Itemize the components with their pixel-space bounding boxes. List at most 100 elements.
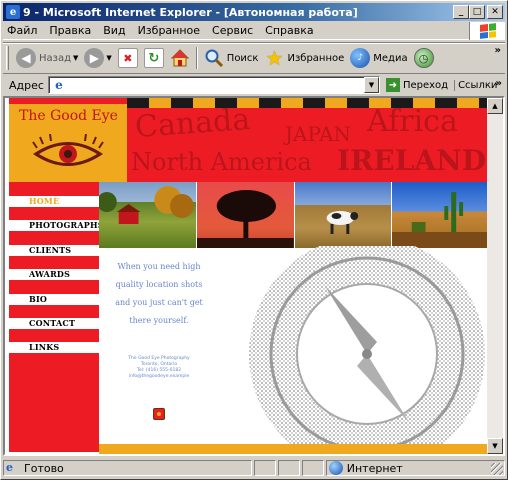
banner-word: JAPAN: [285, 122, 352, 146]
menu-favorites[interactable]: Избранное: [132, 24, 206, 37]
bottom-band: [99, 444, 489, 454]
links-label[interactable]: Ссылки: [454, 79, 497, 91]
media-label: Медиа: [373, 52, 408, 64]
windows-logo-icon: [469, 22, 505, 40]
status-text: Готово: [24, 461, 64, 475]
stop-icon: ✖: [117, 48, 138, 68]
main-content: When you need high quality location shot…: [99, 246, 489, 454]
chevron-down-icon[interactable]: ▼: [106, 54, 111, 62]
resize-grip[interactable]: [491, 463, 503, 475]
photo-tree[interactable]: [196, 182, 295, 248]
minimize-button[interactable]: _: [453, 5, 469, 19]
logo-text: The Good Eye: [19, 108, 118, 124]
status-panel: [253, 460, 276, 476]
nav-links[interactable]: LINKS: [9, 342, 99, 353]
menu-help[interactable]: Справка: [259, 24, 319, 37]
title-bar[interactable]: e 9 - Microsoft Internet Explorer - [Авт…: [3, 3, 505, 21]
site-logo[interactable]: The Good Eye: [9, 104, 127, 182]
forward-arrow-icon: ▶: [84, 48, 105, 68]
forward-button[interactable]: ▶ ▼: [81, 45, 114, 71]
compass-graphic: [249, 246, 485, 454]
search-icon: [204, 48, 224, 68]
media-button[interactable]: ♪ Медиа: [347, 45, 410, 71]
photo-strip: [99, 182, 489, 248]
banner-word: Africa: [367, 104, 458, 139]
back-arrow-icon: ◀: [16, 48, 36, 68]
photo-farm[interactable]: [99, 182, 197, 248]
media-globe-icon: ♪: [350, 48, 371, 68]
banner-stripe: [127, 98, 489, 108]
refresh-button[interactable]: ↻: [141, 45, 167, 71]
status-panel: [277, 460, 300, 476]
nav-home[interactable]: HOME: [9, 196, 99, 207]
phone-icon[interactable]: [153, 408, 165, 420]
status-bar: e Готово Интернет: [3, 459, 506, 477]
links-overflow-chevron[interactable]: »: [496, 78, 502, 89]
nav-column: HOME PHOTOGRAPHS CLIENTS AWARDS BIO CONT…: [9, 182, 104, 452]
refresh-icon: ↻: [143, 48, 164, 68]
scroll-up-button[interactable]: ▲: [487, 98, 503, 114]
nav-clients[interactable]: CLIENTS: [9, 245, 99, 256]
vertical-scrollbar[interactable]: ▲ ▼: [487, 98, 503, 454]
favorites-button[interactable]: ★ Избранное: [261, 45, 347, 71]
nav-contact[interactable]: CONTACT: [9, 318, 99, 329]
close-button[interactable]: ✕: [487, 5, 503, 19]
go-arrow-icon: ➜: [385, 78, 400, 92]
menu-edit[interactable]: Правка: [43, 24, 97, 37]
home-button[interactable]: [167, 45, 193, 71]
address-dropdown-button[interactable]: ▼: [363, 77, 379, 93]
status-panel: [301, 460, 324, 476]
history-button[interactable]: ◷: [411, 45, 437, 71]
go-label: Переход: [402, 79, 449, 91]
address-bar: Адрес e ▼ ➜ Переход Ссылки »: [3, 75, 505, 95]
internet-globe-icon: [328, 461, 343, 475]
go-button[interactable]: ➜ Переход: [385, 78, 449, 92]
banner-word: IRELAND: [337, 144, 486, 177]
home-icon: [170, 48, 190, 68]
address-label: Адрес: [9, 78, 44, 92]
favorites-label: Избранное: [287, 52, 345, 64]
zone-label: Интернет: [346, 461, 403, 475]
address-input[interactable]: [68, 78, 379, 92]
nav-photographs[interactable]: PHOTOGRAPHS: [9, 220, 104, 231]
stop-button[interactable]: ✖: [115, 45, 141, 71]
scroll-down-button[interactable]: ▼: [487, 438, 503, 454]
content-viewport[interactable]: The Good Eye Canada JAPAN Africa North A…: [3, 96, 505, 456]
banner-word: North America: [131, 148, 312, 176]
back-button[interactable]: ◀ Назад ▼: [13, 45, 81, 71]
chevron-down-icon[interactable]: ▼: [73, 54, 78, 62]
page-icon: e: [55, 78, 63, 92]
ie-window: e 9 - Microsoft Internet Explorer - [Авт…: [0, 0, 508, 480]
security-zone: Интернет: [325, 460, 506, 476]
star-icon: ★: [265, 46, 284, 70]
tagline: When you need high quality location shot…: [115, 262, 203, 325]
menu-file[interactable]: Файл: [3, 24, 43, 37]
window-title: 9 - Microsoft Internet Explorer - [Автон…: [23, 5, 358, 19]
page-done-icon: e: [6, 461, 13, 474]
contact-info: The Good Eye Photography Toronto, Ontari…: [119, 356, 199, 380]
search-label: Поиск: [226, 52, 259, 64]
status-main: e Готово: [3, 460, 252, 476]
nav-bio[interactable]: BIO: [9, 294, 99, 305]
maximize-button[interactable]: □: [469, 5, 485, 19]
menu-view[interactable]: Вид: [97, 24, 131, 37]
window-controls: _ □ ✕: [453, 5, 503, 19]
eye-logo-icon: [32, 134, 104, 166]
photo-cactus[interactable]: [392, 182, 489, 248]
address-field[interactable]: e ▼: [47, 76, 380, 94]
toolbar-separator: [195, 47, 198, 69]
ie-icon[interactable]: e: [6, 5, 20, 19]
contact-line: info@thegoodeye.example: [128, 374, 190, 379]
search-button[interactable]: Поиск: [201, 45, 262, 71]
menu-bar: Файл Правка Вид Избранное Сервис Справка: [3, 22, 505, 40]
history-clock-icon: ◷: [413, 48, 434, 68]
countries-banner: Canada JAPAN Africa North America IRELAN…: [127, 104, 489, 182]
menu-tools[interactable]: Сервис: [206, 24, 259, 37]
standard-toolbar: ◀ Назад ▼ ▶ ▼ ✖ ↻ Поиск ★ Избранное ♪ Ме…: [3, 42, 505, 74]
toolbar-grip[interactable]: [6, 46, 9, 70]
photo-cow[interactable]: [294, 182, 393, 248]
toolbar-overflow-chevron[interactable]: »: [495, 45, 501, 56]
nav-awards[interactable]: AWARDS: [9, 269, 99, 280]
web-page: The Good Eye Canada JAPAN Africa North A…: [5, 98, 489, 454]
banner-word: Canada: [133, 104, 252, 145]
